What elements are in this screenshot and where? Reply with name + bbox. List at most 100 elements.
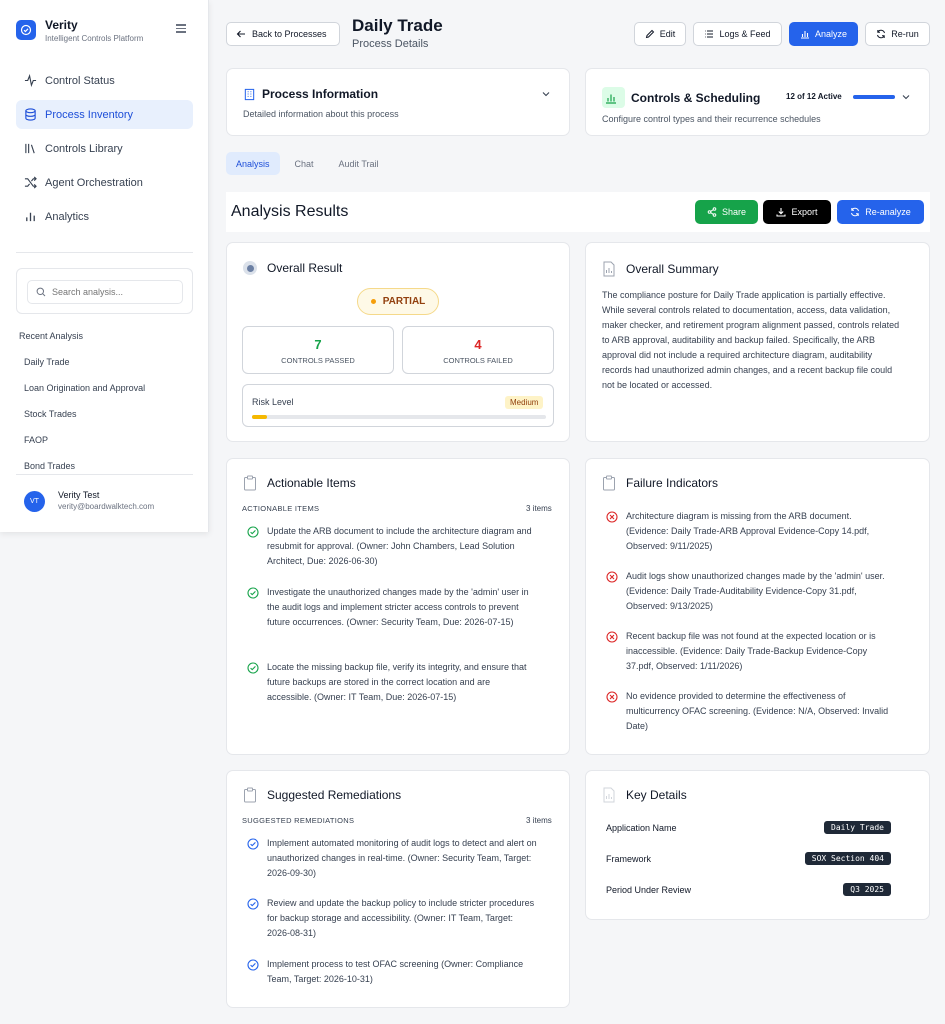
check-circle-icon xyxy=(247,662,259,674)
user-name: Verity Test xyxy=(58,490,100,500)
building-icon xyxy=(244,88,255,100)
clipboard-icon xyxy=(244,787,256,803)
actionable-item-text: Locate the missing backup file, verify i… xyxy=(267,662,527,702)
list-item: Update the ARB document to include the a… xyxy=(247,524,537,569)
actionable-items-title: Actionable Items xyxy=(267,476,356,490)
sidebar-item-label: Agent Orchestration xyxy=(45,176,143,189)
failure-item-text: Architecture diagram is missing from the… xyxy=(626,511,870,551)
download-icon xyxy=(776,208,787,217)
refresh-icon xyxy=(851,207,860,217)
bar-chart-icon xyxy=(26,212,35,222)
sidebar-item-label: Analytics xyxy=(45,210,90,223)
sidebar-item-analytics[interactable]: Analytics xyxy=(16,202,193,231)
analyze-button-label: Analyze xyxy=(814,29,848,39)
list-icon xyxy=(705,30,714,38)
controls-title: Controls & Scheduling xyxy=(631,90,761,105)
analysis-results-header: Analysis Results Share Export Re-analyze xyxy=(226,192,930,232)
overall-summary-title: Overall Summary xyxy=(626,262,719,276)
key-details-value: Q3 2025 xyxy=(843,883,891,896)
back-to-processes-button[interactable]: Back to Processes xyxy=(226,22,340,46)
logs-feed-button-label: Logs & Feed xyxy=(719,29,771,39)
rerun-button-label: Re-run xyxy=(891,29,919,39)
search-input[interactable] xyxy=(52,287,172,297)
share-icon xyxy=(707,207,717,217)
x-circle-icon xyxy=(606,691,618,703)
suggested-remediations-card: Suggested Remediations SUGGESTED REMEDIA… xyxy=(226,770,570,1008)
failure-item-text: Audit logs show unauthorized changes mad… xyxy=(626,571,885,611)
tab-audit-trail[interactable]: Audit Trail xyxy=(329,152,389,175)
sidebar-item-process-inventory[interactable]: Process Inventory xyxy=(16,100,193,129)
sidebar-item-controls-library[interactable]: Controls Library xyxy=(16,134,193,163)
controls-chart-icon xyxy=(602,87,625,108)
controls-scheduling-card[interactable]: Controls & Scheduling 12 of 12 Active Co… xyxy=(585,68,930,136)
sidebar: Verity Intelligent Controls Platform Con… xyxy=(0,0,209,532)
export-button-label: Export xyxy=(791,207,818,217)
export-button[interactable]: Export xyxy=(763,200,831,224)
reanalyze-button[interactable]: Re-analyze xyxy=(837,200,924,224)
actionable-items-caption: ACTIONABLE ITEMS xyxy=(242,504,320,513)
sidebar-item-label: Process Inventory xyxy=(45,108,134,121)
tab-chat[interactable]: Chat xyxy=(285,152,324,175)
sidebar-nav: Control Status Process Inventory Control… xyxy=(16,66,193,236)
recent-analysis-title: Recent Analysis xyxy=(19,331,84,341)
user-profile[interactable]: VT Verity Test verity@boardwalktech.com xyxy=(16,474,193,512)
recent-item[interactable]: Stock Trades xyxy=(24,409,145,435)
chevron-down-icon[interactable] xyxy=(901,92,911,102)
search-field[interactable] xyxy=(27,280,183,304)
edit-button-label: Edit xyxy=(659,29,676,39)
clipboard-icon xyxy=(244,475,256,491)
recent-item[interactable]: Loan Origination and Approval xyxy=(24,383,145,409)
key-details-value: Daily Trade xyxy=(824,821,891,834)
menu-toggle-icon[interactable] xyxy=(176,24,186,35)
failure-item-text: No evidence provided to determine the ef… xyxy=(626,691,889,731)
bar-chart-icon xyxy=(800,31,809,39)
process-info-title: Process Information xyxy=(262,87,379,101)
search-container xyxy=(16,268,193,314)
edit-button[interactable]: Edit xyxy=(634,22,686,46)
database-icon xyxy=(25,108,36,121)
list-item: Investigate the unauthorized changes mad… xyxy=(247,585,537,630)
actionable-item-text: Investigate the unauthorized changes mad… xyxy=(267,587,529,627)
actionable-item-text: Update the ARB document to include the a… xyxy=(267,526,532,566)
process-information-card[interactable]: Process Information Detailed information… xyxy=(226,68,570,136)
recent-item[interactable]: FAOP xyxy=(24,435,145,461)
overall-summary-card: Overall Summary The compliance posture f… xyxy=(585,242,930,442)
activity-icon xyxy=(24,74,37,87)
file-chart-icon xyxy=(603,787,615,803)
list-item: Locate the missing backup file, verify i… xyxy=(247,660,537,705)
arrow-left-icon xyxy=(236,30,245,38)
clipboard-icon xyxy=(603,475,615,491)
check-circle-icon xyxy=(247,959,259,971)
sidebar-item-control-status[interactable]: Control Status xyxy=(16,66,193,95)
tab-analysis[interactable]: Analysis xyxy=(226,152,280,175)
recent-item[interactable]: Daily Trade xyxy=(24,357,145,383)
rerun-button[interactable]: Re-run xyxy=(865,22,930,46)
sidebar-item-label: Control Status xyxy=(45,74,115,87)
controls-failed-count: 4 xyxy=(474,337,482,352)
check-circle-icon xyxy=(247,587,259,599)
brand-title: Verity xyxy=(45,18,78,32)
shuffle-icon xyxy=(24,176,37,189)
file-chart-icon xyxy=(603,261,615,277)
share-button[interactable]: Share xyxy=(695,200,758,224)
tab-bar: Analysis Chat Audit Trail xyxy=(226,152,394,175)
chevron-down-icon[interactable] xyxy=(541,89,551,99)
status-badge-label: PARTIAL xyxy=(382,296,426,307)
logs-feed-button[interactable]: Logs & Feed xyxy=(693,22,782,46)
user-email: verity@boardwalktech.com xyxy=(58,502,155,511)
key-details-title: Key Details xyxy=(626,788,687,802)
back-button-label: Back to Processes xyxy=(252,29,327,39)
pencil-icon xyxy=(645,29,654,39)
key-details-row: Period Under Review Q3 2025 xyxy=(606,883,891,899)
key-details-label: Application Name xyxy=(606,823,677,833)
overall-result-card: Overall Result PARTIAL 7 CONTROLS PASSED… xyxy=(226,242,570,442)
controls-active-progress xyxy=(853,95,895,99)
status-badge: PARTIAL xyxy=(357,288,439,315)
remediation-item-text: Review and update the backup policy to i… xyxy=(267,898,535,938)
risk-level-label: Risk Level xyxy=(252,397,294,407)
sidebar-item-agent-orchestration[interactable]: Agent Orchestration xyxy=(16,168,193,197)
analyze-button[interactable]: Analyze xyxy=(789,22,858,46)
controls-passed-count: 7 xyxy=(314,337,322,352)
risk-level-badge: Medium xyxy=(505,396,544,409)
suggested-remediations-title: Suggested Remediations xyxy=(267,788,402,802)
